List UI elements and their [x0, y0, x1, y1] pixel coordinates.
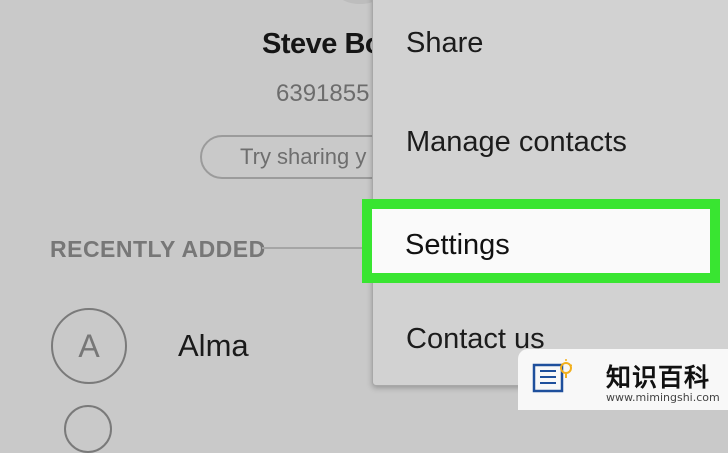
section-divider	[262, 247, 372, 249]
profile-phone-number: 6391855	[276, 80, 370, 107]
book-lightbulb-icon	[532, 359, 572, 393]
watermark-title: 知识百科	[606, 363, 711, 392]
menu-item-settings[interactable]: Settings	[405, 229, 510, 262]
profile-name: Steve Bo	[262, 28, 383, 60]
recently-added-header: RECENTLY ADDED	[50, 236, 266, 262]
contact-avatar[interactable]: A	[51, 308, 127, 384]
watermark: 知识百科 www.mimingshi.com	[518, 349, 728, 410]
menu-item-share[interactable]: Share	[406, 27, 483, 60]
contact-avatar-partial[interactable]	[64, 405, 112, 453]
overflow-menu: Share Manage contacts Contact us	[372, 0, 728, 386]
menu-item-manage-contacts[interactable]: Manage contacts	[406, 126, 627, 159]
settings-highlight-box[interactable]: Settings	[362, 199, 720, 283]
contact-name[interactable]: Alma	[178, 328, 249, 364]
watermark-url: www.mimingshi.com	[606, 391, 720, 404]
